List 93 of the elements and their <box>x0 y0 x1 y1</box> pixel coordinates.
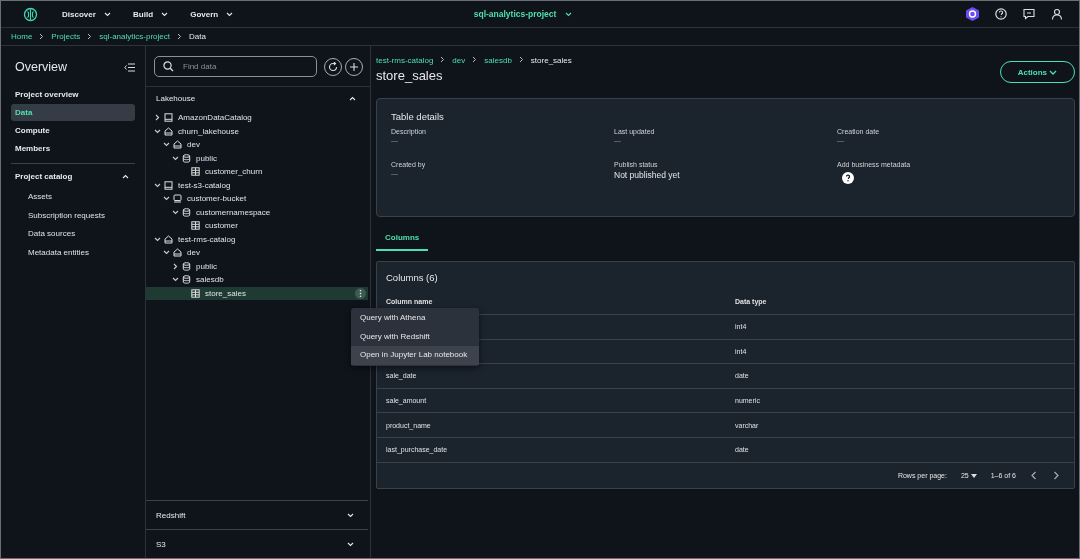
chevron-icon <box>122 174 129 179</box>
tree-item[interactable]: customer_churn <box>146 165 368 179</box>
menu-item[interactable]: Query with Redshift <box>351 327 479 346</box>
tree-item[interactable]: public <box>146 151 368 165</box>
house-icon <box>164 234 173 244</box>
chevron-down-icon <box>226 11 234 17</box>
chevron-right-icon <box>39 33 45 40</box>
chevron-right-icon <box>472 56 478 63</box>
book-icon <box>164 113 173 123</box>
chevron-right-icon <box>176 33 182 40</box>
chevron-right-icon <box>440 56 446 63</box>
breadcrumb-link[interactable]: salesdb <box>484 56 512 65</box>
tree-item[interactable]: salesdb <box>146 273 368 287</box>
breadcrumb-link[interactable]: Home <box>11 32 33 41</box>
previous-page-icon[interactable] <box>1030 470 1038 480</box>
search-field[interactable]: Find data <box>154 56 317 77</box>
database-icon <box>182 275 191 285</box>
card-title: Table details <box>391 111 445 122</box>
sidebar-item[interactable]: Project overview <box>11 86 135 103</box>
sidebar-item[interactable]: Compute <box>11 122 135 139</box>
chevron-down-icon <box>347 541 354 547</box>
database-icon <box>182 207 191 217</box>
tree-item[interactable]: store_sales <box>146 286 368 300</box>
sidebar-item[interactable]: Subscription requests <box>11 206 135 226</box>
menu-item[interactable]: Open in Jupyter Lab notebook <box>351 346 479 365</box>
tree-item[interactable]: test-s3-catalog <box>146 178 368 192</box>
table-icon <box>191 167 200 177</box>
search-icon <box>163 61 174 72</box>
section-header[interactable]: Redshift <box>146 500 368 529</box>
section-header[interactable]: Lakehouse <box>146 87 370 111</box>
field-value: Not published yet <box>614 170 681 180</box>
chevron-down-icon <box>564 12 572 18</box>
hexagon-badge-icon[interactable] <box>966 7 979 21</box>
tree-item[interactable]: churn_lakehouse <box>146 124 368 138</box>
house-icon <box>164 126 173 136</box>
chevron-right-icon <box>87 33 93 40</box>
drive-icon <box>173 194 182 204</box>
table-icon <box>191 221 200 231</box>
menu-item[interactable]: Query with Athena <box>351 309 479 328</box>
sidebar-item[interactable]: Assets <box>11 188 135 207</box>
breadcrumb-link[interactable]: store_sales <box>530 56 572 65</box>
section-header[interactable]: S3 <box>146 529 368 558</box>
more-options-icon[interactable] <box>355 287 366 299</box>
section-header[interactable]: Project catalog <box>11 172 135 181</box>
caret-down-icon <box>970 473 977 478</box>
help-icon[interactable] <box>995 8 1007 20</box>
table-icon <box>191 288 200 298</box>
tree-item[interactable]: test-rms-catalog <box>146 232 368 246</box>
sidebar-item[interactable]: Members <box>11 140 135 157</box>
breadcrumb-link[interactable]: test-rms-catalog <box>376 56 434 65</box>
book-icon <box>164 180 173 190</box>
breadcrumb-link[interactable]: Data <box>188 32 206 41</box>
tree-item[interactable]: customer-bucket <box>146 192 368 206</box>
sidebar-title: Overview <box>15 60 68 74</box>
feedback-icon[interactable] <box>1023 8 1035 20</box>
nav-menu[interactable]: Discover <box>62 9 112 19</box>
tab[interactable]: Columns <box>376 233 429 251</box>
chevron-up-icon <box>349 96 356 101</box>
breadcrumb-link[interactable]: sql-analytics-project <box>99 32 170 41</box>
sidebar-item[interactable]: Data sources <box>11 225 135 244</box>
nav-menu[interactable]: Build <box>133 9 169 19</box>
tree-item[interactable]: dev <box>146 246 368 260</box>
collapse-icon[interactable] <box>124 62 135 72</box>
tree-item[interactable]: public <box>146 259 368 273</box>
database-icon <box>182 153 191 163</box>
user-icon[interactable] <box>1051 8 1063 20</box>
table-title: Columns (6) <box>385 272 439 283</box>
next-page-icon[interactable] <box>1052 470 1060 480</box>
plus-icon <box>349 61 359 72</box>
house-icon <box>173 248 182 258</box>
project-selector[interactable]: sql-analytics-project <box>473 9 572 19</box>
database-icon <box>182 261 191 271</box>
tree-item[interactable]: customernamespace <box>146 205 368 219</box>
page-title: store_sales <box>376 67 443 83</box>
chevron-down-icon <box>104 11 112 17</box>
breadcrumb-link[interactable]: dev <box>452 56 466 65</box>
chevron-right-icon <box>518 56 524 63</box>
brain-logo-icon[interactable] <box>23 6 38 22</box>
tree-item[interactable]: AmazonDataCatalog <box>146 111 368 125</box>
help-icon[interactable] <box>842 172 854 184</box>
tree-item[interactable]: dev <box>146 138 368 152</box>
tree-item[interactable]: customer <box>146 219 368 233</box>
chevron-icon[interactable] <box>154 182 161 188</box>
chevron-icon[interactable] <box>154 236 161 242</box>
chevron-down-icon <box>161 11 169 17</box>
breadcrumb-link[interactable]: Projects <box>51 32 81 41</box>
refresh-icon <box>328 61 338 72</box>
sidebar-item[interactable]: Data <box>11 104 135 121</box>
chevron-down-icon <box>347 512 354 518</box>
chevron-down-icon <box>1049 69 1058 75</box>
house-icon <box>173 140 182 150</box>
sidebar-item[interactable]: Metadata entities <box>11 243 135 263</box>
nav-menu[interactable]: Govern <box>190 9 234 19</box>
